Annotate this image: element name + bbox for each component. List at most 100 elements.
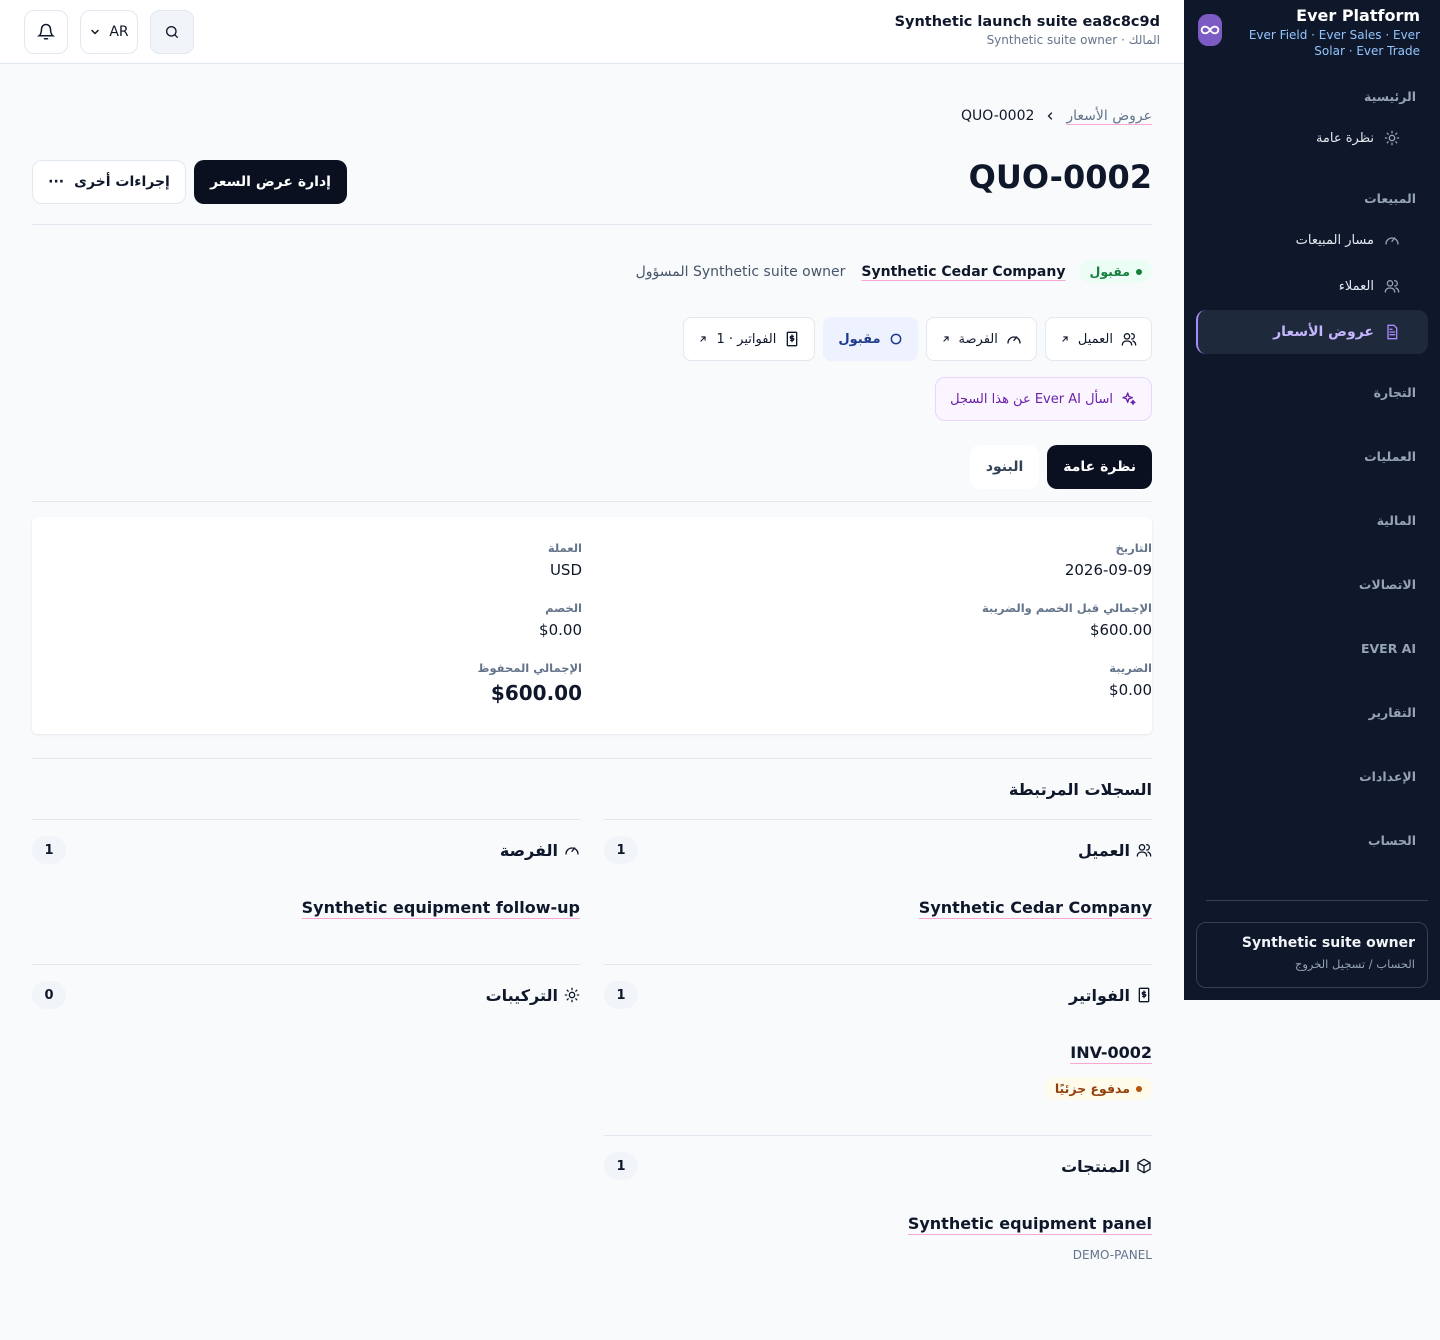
related-customer-link[interactable]: Synthetic Cedar Company <box>919 898 1152 917</box>
divider <box>32 501 1152 502</box>
invoice-dollar-icon <box>1138 987 1150 1003</box>
sidebar: Ever Platform Ever Field · Ever Sales · … <box>1184 0 1440 1000</box>
nav-section-operations[interactable]: العمليات <box>1184 424 1440 488</box>
tab-items[interactable]: البنود <box>969 445 1040 489</box>
gauge-icon <box>1007 336 1021 344</box>
page-title: QUO-0002 <box>968 158 1152 196</box>
related-product-link[interactable]: Synthetic equipment panel <box>908 1214 1152 1233</box>
discount-field: الخصم $0.00 <box>539 601 582 639</box>
user-card[interactable]: Synthetic suite owner الحساب / تسجيل الخ… <box>1196 922 1428 988</box>
brand-subtitle: Ever Field · Ever Sales · Ever Solar · E… <box>1248 28 1420 58</box>
total-field: الإجمالي المحفوظ $600.00 <box>477 661 582 705</box>
infinity-logo-icon <box>1198 14 1222 46</box>
owner-text: Synthetic suite owner المسؤول <box>635 263 846 280</box>
invoice-dollar-icon <box>787 331 798 347</box>
divider <box>32 758 1152 759</box>
related-opportunity-header: الفرصة 1 <box>32 836 580 864</box>
currency-field: العملة USD <box>547 541 582 579</box>
users-icon <box>1136 844 1152 857</box>
divider <box>32 964 580 965</box>
ellipsis-icon: ··· <box>48 174 65 190</box>
invoices-chip[interactable]: الفواتير · 1 <box>683 317 816 361</box>
package-icon <box>1137 1158 1151 1174</box>
related-opportunity-link[interactable]: Synthetic equipment follow-up <box>302 898 580 917</box>
count-badge: 1 <box>604 981 638 1009</box>
tab-overview[interactable]: نظرة عامة <box>1047 445 1152 489</box>
nav-section-account[interactable]: الحساب <box>1184 808 1440 872</box>
ask-ever-ai-button[interactable]: اسأل Ever AI عن هذا السجل <box>935 377 1152 421</box>
chevron-down-icon <box>91 29 100 35</box>
nav-section-settings[interactable]: الإعدادات <box>1184 744 1440 808</box>
subtotal-field: الإجمالي قبل الخصم والضريبة $600.00 <box>981 601 1152 639</box>
nav-section-reports[interactable]: التقارير <box>1184 680 1440 744</box>
count-badge: 1 <box>604 836 638 864</box>
account-logout-link[interactable]: الحساب / تسجيل الخروج <box>1209 957 1415 971</box>
sidebar-item-pipeline[interactable]: مسار المبيعات <box>1196 218 1428 262</box>
external-arrow-icon <box>942 336 949 342</box>
tax-field: الضريبة $0.00 <box>1109 661 1152 699</box>
invoice-status-badge: مدفوع جزئيًا <box>1044 1077 1152 1100</box>
divider <box>604 964 1152 965</box>
more-actions-label: إجراءات أخرى <box>74 174 170 190</box>
related-records-title: السجلات المرتبطة <box>1008 780 1152 799</box>
sun-icon <box>564 987 580 1003</box>
status-chip[interactable]: مقبول <box>823 317 918 361</box>
more-actions-button[interactable]: إجراءات أخرى ··· <box>32 160 186 204</box>
quote-summary-card: التاريخ 2026-09-09 العملة USD الإجمالي ق… <box>32 517 1152 734</box>
users-icon <box>1121 333 1137 346</box>
manage-quote-button[interactable]: إدارة عرض السعر <box>194 160 347 204</box>
language-code: AR <box>109 24 129 40</box>
nav-section-communications[interactable]: الاتصالات <box>1184 552 1440 616</box>
brand-title: Ever Platform <box>1296 6 1420 25</box>
divider <box>604 1135 1152 1136</box>
opportunity-chip[interactable]: الفرصة <box>925 317 1037 361</box>
related-customer-header: العميل 1 <box>604 836 1152 864</box>
document-icon <box>1384 324 1400 340</box>
sidebar-item-overview[interactable]: نظرة عامة <box>1196 116 1428 160</box>
related-installations-header: التركيبات 0 <box>32 981 580 1009</box>
related-invoices-header: الفواتير 1 <box>604 981 1152 1009</box>
brand: Ever Platform Ever Field · Ever Sales · … <box>1184 0 1440 64</box>
status-badge: مقبول <box>1079 260 1152 283</box>
quick-links: العميل الفرصة مقبول الفواتير · 1 <box>683 317 1152 361</box>
divider <box>604 819 1152 820</box>
sun-icon <box>1384 130 1400 146</box>
gauge-icon <box>1384 232 1400 248</box>
sparkles-icon <box>1122 392 1136 405</box>
tabs: نظرة عامة البنود <box>969 445 1152 489</box>
external-arrow-icon <box>1062 336 1068 342</box>
product-sku: DEMO-PANEL <box>1072 1248 1152 1262</box>
sidebar-item-quotes[interactable]: عروض الأسعار <box>1196 310 1428 354</box>
related-products-header: المنتجات 1 <box>604 1152 1152 1180</box>
sidebar-item-customers[interactable]: العملاء <box>1196 264 1428 308</box>
gauge-icon <box>565 847 579 855</box>
nav-section-commerce[interactable]: التجارة <box>1184 360 1440 424</box>
divider <box>32 224 1152 225</box>
nav-section-ever-ai[interactable]: EVER AI <box>1184 616 1440 680</box>
users-icon <box>1384 278 1400 294</box>
count-badge: 1 <box>604 1152 638 1180</box>
breadcrumb: عروض الأسعار QUO-0002 <box>961 108 1152 124</box>
sidebar-divider <box>1206 900 1428 901</box>
external-arrow-icon <box>700 336 707 342</box>
date-field: التاريخ 2026-09-09 <box>1064 541 1152 579</box>
nav-section-finance[interactable]: المالية <box>1184 488 1440 552</box>
search-icon <box>166 26 178 38</box>
status-dot <box>1136 268 1142 275</box>
search-button[interactable] <box>150 10 194 54</box>
language-selector[interactable]: AR <box>80 10 138 54</box>
bell-icon <box>37 23 55 40</box>
breadcrumb-quotes-link[interactable]: عروض الأسعار <box>1066 108 1152 124</box>
related-invoice-link[interactable]: INV-0002 <box>1070 1043 1152 1062</box>
notifications-button[interactable] <box>24 10 68 54</box>
breadcrumb-current: QUO-0002 <box>961 108 1035 124</box>
count-badge: 0 <box>32 981 66 1009</box>
suite-subtitle: المالك · Synthetic suite owner <box>986 33 1160 47</box>
circle-icon <box>890 333 901 345</box>
customer-chip[interactable]: العميل <box>1044 317 1152 361</box>
suite-title: Synthetic launch suite ea8c8c9d <box>894 14 1160 30</box>
quote-meta: مقبول Synthetic Cedar Company Synthetic … <box>636 260 1152 283</box>
suite-info: Synthetic launch suite ea8c8c9d المالك ·… <box>895 14 1160 47</box>
status-dot <box>1136 1085 1142 1092</box>
company-link[interactable]: Synthetic Cedar Company <box>861 264 1065 280</box>
